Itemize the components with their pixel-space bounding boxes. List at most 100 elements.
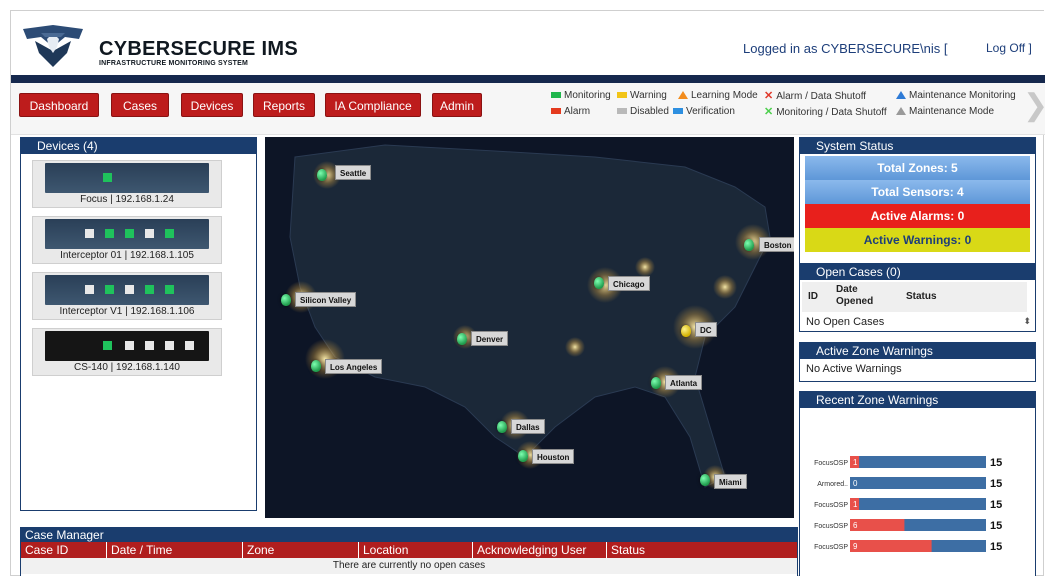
map-marker-silicon-valley[interactable] — [281, 294, 291, 306]
nav-dashboard-button[interactable]: Dashboard — [19, 93, 99, 117]
bar-total[interactable] — [850, 498, 986, 510]
eagle-shield-logo-icon — [23, 25, 83, 67]
case-manager-empty: There are currently no open cases — [21, 558, 797, 574]
system-status-title: System Status — [800, 138, 1035, 154]
city-label-dc[interactable]: DC — [695, 322, 717, 337]
city-label-atlanta[interactable]: Atlanta — [665, 375, 703, 390]
device-image — [45, 219, 209, 249]
nav-reports-button[interactable]: Reports — [253, 93, 315, 117]
map-marker-miami[interactable] — [700, 474, 710, 486]
header-divider — [11, 75, 1045, 83]
col-location[interactable]: Location — [359, 542, 473, 558]
active-alarms-row[interactable]: Active Alarms: 0 — [805, 204, 1030, 228]
triangle-icon — [678, 91, 688, 99]
port-indicator — [105, 229, 114, 238]
total-sensors-row[interactable]: Total Sensors: 4 — [805, 180, 1030, 204]
map-marker-dc[interactable] — [681, 325, 691, 337]
triangle-icon — [896, 91, 906, 99]
case-manager-panel: Case Manager Case ID Date / Time Zone Lo… — [20, 527, 798, 576]
total-count-label: 15 — [990, 541, 1002, 553]
nav-ia-compliance-button[interactable]: IA Compliance — [325, 93, 421, 117]
col-case-id[interactable]: Case ID — [21, 542, 107, 558]
chevron-right-icon[interactable]: ❯ — [1023, 89, 1048, 125]
port-indicator — [85, 229, 94, 238]
legend-label: Maintenance Monitoring — [909, 90, 1016, 101]
scroll-arrows-icon[interactable]: ⬍ — [1023, 316, 1031, 327]
logged-in-text: Logged in as CYBERSECURE\nis [ — [743, 41, 948, 56]
map-marker-atlanta[interactable] — [651, 377, 661, 389]
brand: CYBERSECURE IMS INFRASTRUCTURE MONITORIN… — [99, 39, 298, 67]
city-label-dallas[interactable]: Dallas — [511, 419, 545, 434]
city-label-chicago[interactable]: Chicago — [608, 276, 650, 291]
port-indicator — [185, 341, 194, 350]
legend-verification: Verification — [673, 105, 735, 119]
city-label-boston[interactable]: Boston — [759, 237, 794, 252]
bar-total[interactable] — [850, 456, 986, 468]
map-marker-boston[interactable] — [744, 239, 754, 251]
bar-warnings[interactable] — [850, 519, 905, 531]
city-label-denver[interactable]: Denver — [471, 331, 509, 346]
city-label-los-angeles[interactable]: Los Angeles — [325, 359, 383, 374]
port-indicator — [125, 341, 134, 350]
map-marker-seattle[interactable] — [317, 169, 327, 181]
logoff-link[interactable]: Log Off ] — [986, 41, 1032, 55]
active-warnings-row[interactable]: Active Warnings: 0 — [805, 228, 1030, 252]
map-marker-dallas[interactable] — [497, 421, 507, 433]
city-label-seattle[interactable]: Seattle — [335, 165, 372, 180]
port-indicator — [145, 341, 154, 350]
legend-maintenance-monitoring: Maintenance Monitoring — [896, 89, 1016, 103]
device-image — [45, 275, 209, 305]
nav-cases-button[interactable]: Cases — [111, 93, 169, 117]
city-label-miami[interactable]: Miami — [714, 474, 747, 489]
port-indicator — [165, 229, 174, 238]
triangle-icon — [896, 107, 906, 115]
port-indicator — [165, 341, 174, 350]
map-marker-los-angeles[interactable] — [311, 360, 321, 372]
brand-name: CYBERSECURE IMS — [99, 38, 298, 60]
map-marker-denver[interactable] — [457, 333, 467, 345]
bar-total[interactable] — [850, 477, 986, 489]
category-label: FocusOSP — [814, 502, 848, 509]
nav-bar: Dashboard Cases Devices Reports IA Compl… — [11, 83, 1048, 135]
nav-admin-button[interactable]: Admin — [432, 93, 482, 117]
device-card-interceptor-01[interactable]: Interceptor 01 | 192.168.1.105 — [32, 216, 222, 264]
bar-warnings[interactable] — [850, 540, 932, 552]
legend-label: Disabled — [630, 106, 669, 117]
total-zones-row[interactable]: Total Zones: 5 — [805, 156, 1030, 180]
device-label: Focus | 192.168.1.24 — [80, 194, 174, 205]
legend-label: Alarm / Data Shutoff — [776, 91, 867, 102]
x-icon: ✕ — [764, 90, 774, 102]
col-acknowledging-user[interactable]: Acknowledging User — [473, 542, 607, 558]
device-card-interceptor-v1[interactable]: Interceptor V1 | 192.168.1.106 — [32, 272, 222, 320]
city-label-houston[interactable]: Houston — [532, 449, 575, 464]
legend-label: Monitoring — [564, 90, 611, 101]
us-night-map[interactable]: Seattle Boston Chicago Silicon Valley De… — [265, 137, 794, 518]
legend-swatch — [551, 92, 561, 99]
x-icon: ✕ — [764, 106, 774, 118]
device-card-focus[interactable]: Focus | 192.168.1.24 — [32, 160, 222, 208]
recent-zone-warnings-panel: Recent Zone Warnings FocusOSP 1 15 Armored.… — [799, 391, 1036, 576]
nav-devices-button[interactable]: Devices — [181, 93, 243, 117]
col-status[interactable]: Status — [607, 542, 797, 558]
open-cases-header: ID Date Opened Status — [802, 282, 1027, 312]
warning-count-label: 9 — [853, 542, 858, 551]
legend-warning: Warning — [617, 89, 667, 103]
device-card-cs-140[interactable]: CS-140 | 192.168.1.140 — [32, 328, 222, 376]
col-zone[interactable]: Zone — [243, 542, 359, 558]
devices-title: Devices (4) — [21, 138, 256, 154]
port-indicator — [103, 173, 112, 182]
legend-monitoring: Monitoring — [551, 89, 611, 103]
category-label: FocusOSP — [814, 523, 848, 530]
map-marker-chicago[interactable] — [594, 277, 604, 289]
recent-zone-warnings-title: Recent Zone Warnings — [800, 392, 1035, 408]
city-label-silicon-valley[interactable]: Silicon Valley — [295, 292, 357, 307]
col-date-time[interactable]: Date / Time — [107, 542, 243, 558]
map-marker-houston[interactable] — [518, 450, 528, 462]
recent-warnings-chart: FocusOSP 1 15 Armored.. 0 15 FocusOSP 1 15 FocusO… — [814, 456, 1002, 553]
case-manager-header: Case ID Date / Time Zone Location Acknow… — [21, 542, 797, 558]
legend-swatch — [673, 108, 683, 115]
legend-label: Alarm — [564, 106, 591, 117]
open-cases-empty: No Open Cases — [806, 316, 885, 328]
port-indicator — [105, 285, 114, 294]
active-zone-warnings-title: Active Zone Warnings — [800, 343, 1035, 359]
